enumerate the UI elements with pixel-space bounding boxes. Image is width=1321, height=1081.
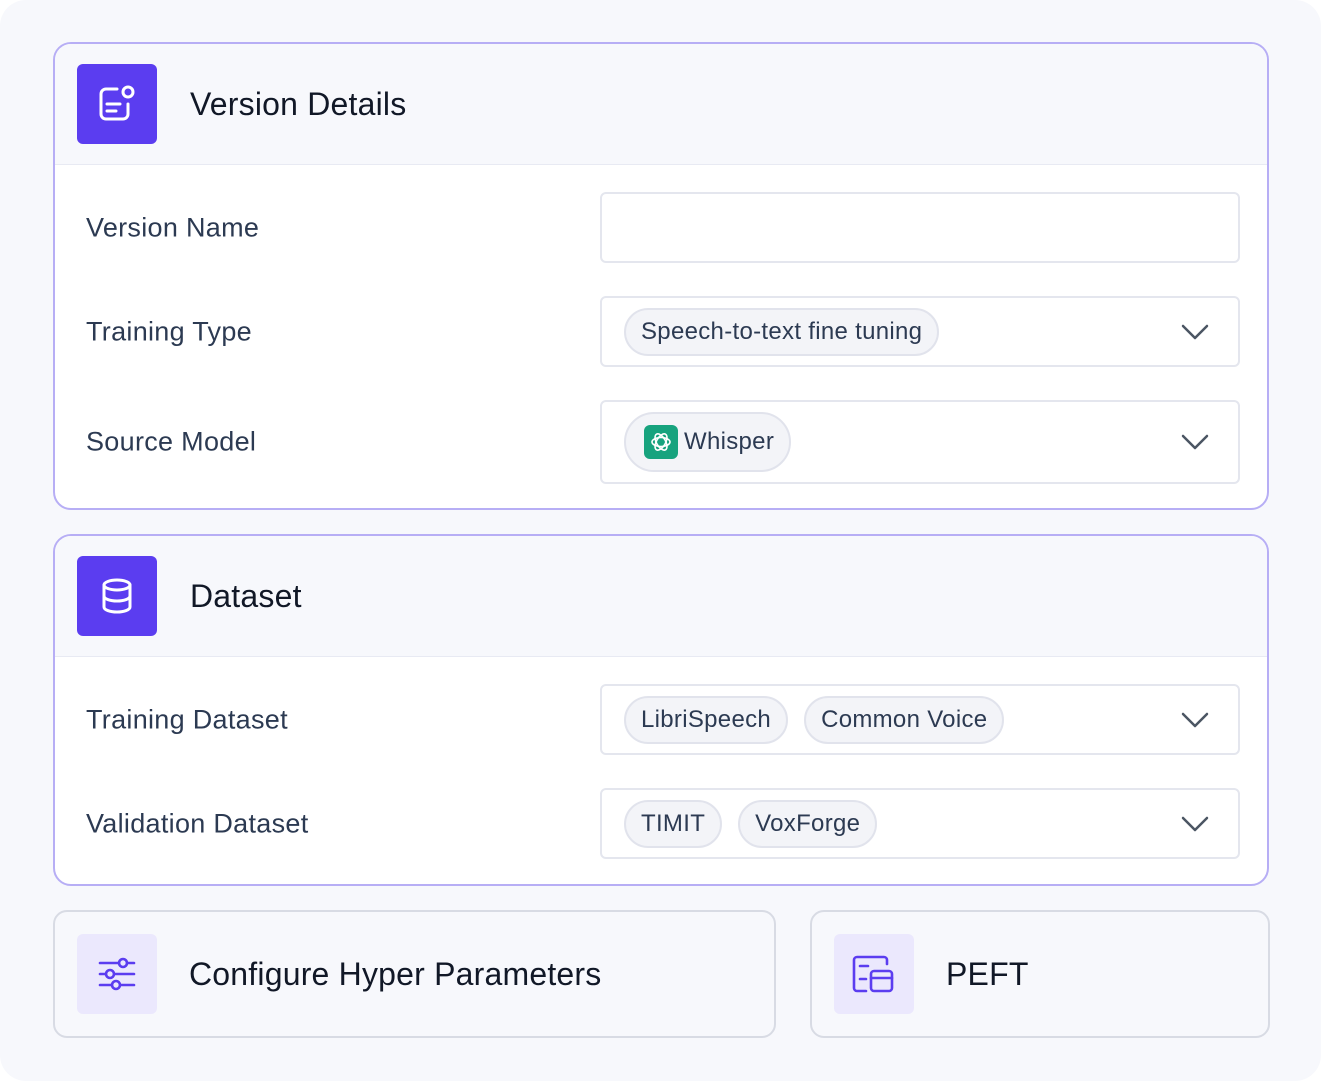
version-details-header: Version Details bbox=[55, 44, 1267, 165]
version-details-title: Version Details bbox=[190, 85, 407, 122]
training-type-chip[interactable]: Speech-to-text fine tuning bbox=[624, 307, 940, 356]
sliders-icon bbox=[77, 934, 157, 1014]
chevron-down-icon[interactable] bbox=[1180, 323, 1210, 341]
training-type-label: Training Type bbox=[86, 316, 252, 347]
dataset-header: Dataset bbox=[55, 536, 1267, 657]
database-icon bbox=[77, 556, 157, 636]
validation-dataset-chip[interactable]: VoxForge bbox=[738, 799, 878, 848]
chevron-down-icon[interactable] bbox=[1180, 433, 1210, 451]
validation-dataset-label: Validation Dataset bbox=[86, 808, 309, 839]
validation-dataset-chip[interactable]: TIMIT bbox=[624, 799, 723, 848]
form-icon bbox=[77, 64, 157, 144]
training-dataset-chip[interactable]: LibriSpeech bbox=[624, 695, 789, 744]
training-dataset-label: Training Dataset bbox=[86, 704, 288, 735]
training-dataset-chip[interactable]: Common Voice bbox=[804, 695, 1005, 744]
source-model-select[interactable]: Whisper bbox=[600, 400, 1240, 484]
training-dataset-select[interactable]: LibriSpeech Common Voice bbox=[600, 684, 1240, 755]
dataset-title: Dataset bbox=[190, 577, 302, 614]
peft-button[interactable]: PEFT bbox=[810, 910, 1270, 1038]
source-model-label: Source Model bbox=[86, 426, 257, 457]
chevron-down-icon[interactable] bbox=[1180, 815, 1210, 833]
source-model-chip[interactable]: Whisper bbox=[624, 412, 792, 472]
source-model-chip-label: Whisper bbox=[684, 428, 775, 455]
version-name-label: Version Name bbox=[86, 212, 260, 243]
validation-dataset-select[interactable]: TIMIT VoxForge bbox=[600, 788, 1240, 859]
peft-title: PEFT bbox=[946, 955, 1029, 992]
layout-icon bbox=[834, 934, 914, 1014]
page-background: Version Details Version Name Training Ty… bbox=[0, 0, 1321, 1081]
version-name-input[interactable] bbox=[600, 192, 1240, 263]
openai-logo-icon bbox=[644, 425, 678, 459]
chevron-down-icon[interactable] bbox=[1180, 711, 1210, 729]
training-type-select[interactable]: Speech-to-text fine tuning bbox=[600, 296, 1240, 367]
version-details-card: Version Details Version Name Training Ty… bbox=[53, 42, 1269, 510]
configure-hyper-parameters-title: Configure Hyper Parameters bbox=[189, 955, 602, 992]
configure-hyper-parameters-button[interactable]: Configure Hyper Parameters bbox=[53, 910, 776, 1038]
dataset-card: Dataset Training Dataset LibriSpeech Com… bbox=[53, 534, 1269, 886]
